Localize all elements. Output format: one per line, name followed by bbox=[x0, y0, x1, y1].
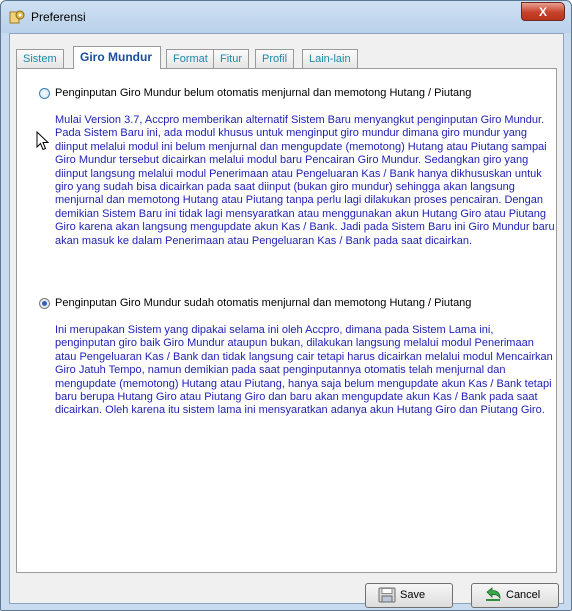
tab-sistem[interactable]: Sistem bbox=[16, 49, 64, 68]
window-title: Preferensi bbox=[31, 10, 86, 24]
tab-format[interactable]: Format bbox=[166, 49, 215, 68]
dialog-body: Sistem Giro Mundur Format Fitur Profil L… bbox=[9, 33, 564, 608]
cancel-button-label: Cancel bbox=[506, 589, 541, 601]
tab-lain-lain[interactable]: Lain-lain bbox=[302, 49, 358, 68]
cancel-button[interactable]: Cancel bbox=[471, 583, 559, 608]
radio-new-system[interactable] bbox=[39, 88, 50, 99]
preferences-window: Preferensi X Sistem Giro Mundur Format F… bbox=[0, 0, 572, 611]
option-old-system-description: Ini merupakan Sistem yang dipakai selama… bbox=[55, 324, 553, 417]
tab-profil[interactable]: Profil bbox=[255, 49, 295, 68]
close-button[interactable]: X bbox=[521, 2, 565, 21]
tab-giro-mundur[interactable]: Giro Mundur bbox=[73, 46, 161, 69]
option-old-system-label[interactable]: Penginputan Giro Mundur sudah otomatis m… bbox=[55, 297, 471, 309]
giro-mundur-panel: Penginputan Giro Mundur belum otomatis m… bbox=[16, 68, 557, 573]
floppy-disk-icon bbox=[378, 587, 396, 603]
undo-arrow-icon bbox=[486, 587, 501, 601]
mouse-pointer-icon bbox=[36, 131, 50, 151]
save-button[interactable]: Save bbox=[365, 583, 453, 608]
title-bar[interactable]: Preferensi X bbox=[1, 1, 571, 33]
radio-old-system[interactable] bbox=[39, 298, 50, 309]
save-button-label: Save bbox=[400, 589, 426, 601]
option-new-system-label[interactable]: Penginputan Giro Mundur belum otomatis m… bbox=[55, 87, 471, 99]
app-icon bbox=[9, 10, 25, 24]
option-new-system-description: Mulai Version 3.7, Accpro memberikan alt… bbox=[55, 114, 555, 247]
tab-fitur[interactable]: Fitur bbox=[213, 49, 249, 68]
close-icon: X bbox=[538, 5, 547, 19]
